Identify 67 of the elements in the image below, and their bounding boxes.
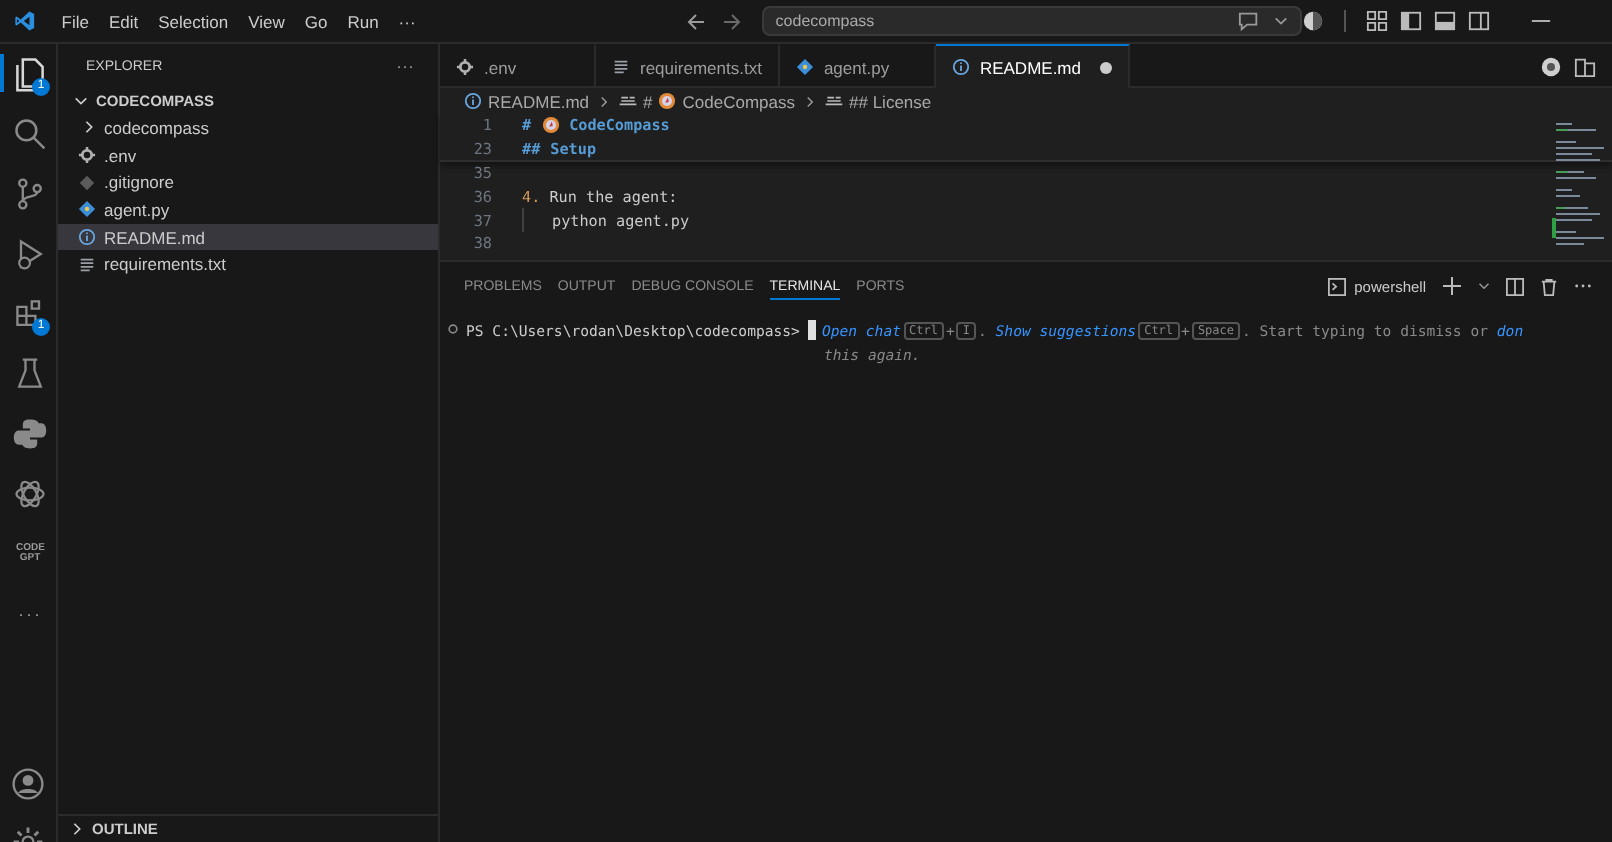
- menu-item[interactable]: Go: [294, 11, 338, 31]
- chevron-right-icon: [597, 95, 610, 107]
- gear-icon: [456, 58, 474, 76]
- compass-icon: [541, 116, 560, 135]
- split-terminal-icon[interactable]: [1506, 277, 1524, 295]
- text-lines-icon: [78, 255, 96, 274]
- trash-icon[interactable]: [1540, 277, 1558, 295]
- chevron-down-icon[interactable]: [1274, 14, 1288, 28]
- search-icon[interactable]: [12, 115, 48, 151]
- menu-item[interactable]: ···: [388, 11, 426, 31]
- menu-item[interactable]: Run: [337, 11, 389, 31]
- forward-arrow-icon[interactable]: [721, 11, 742, 31]
- terminal-icon: [1328, 277, 1347, 295]
- more-icon[interactable]: [1574, 282, 1592, 290]
- editor-tab[interactable]: .env: [440, 44, 596, 88]
- chat-icon[interactable]: [1236, 10, 1262, 32]
- menu-item[interactable]: Edit: [98, 11, 149, 31]
- toggle-panel-icon[interactable]: [1434, 10, 1456, 32]
- python-file-icon: [795, 58, 814, 76]
- python-icon[interactable]: [12, 415, 48, 451]
- file-tree-item[interactable]: .gitignore: [58, 168, 438, 197]
- toggle-secondary-sidebar-icon[interactable]: [1468, 10, 1490, 32]
- text-lines-icon: [612, 58, 630, 76]
- more-actions-button[interactable]: ···: [396, 56, 414, 76]
- breadcrumb-item[interactable]: # CodeCompass: [617, 91, 796, 111]
- file-tree-item[interactable]: agent.py: [58, 196, 438, 224]
- back-arrow-icon[interactable]: [685, 11, 706, 31]
- app-logo-icon: [14, 8, 36, 34]
- string-symbol-icon: [617, 94, 638, 108]
- command-center-search-field[interactable]: codecompass: [761, 6, 1302, 36]
- change-indicator: [1552, 218, 1556, 238]
- editor-tab[interactable]: README.md: [935, 44, 1129, 88]
- editor-tab[interactable]: requirements.txt: [596, 44, 780, 88]
- file-tree-item[interactable]: codecompass: [58, 114, 438, 142]
- string-symbol-icon: [823, 94, 844, 108]
- chevron-icon: [70, 822, 84, 836]
- open-preview-icon[interactable]: [1574, 55, 1596, 77]
- unsaved-dot-icon: [1099, 61, 1111, 73]
- breadcrumb-item[interactable]: ## License: [823, 91, 932, 111]
- compass-icon: [658, 92, 677, 110]
- file-tree-item[interactable]: README.md: [58, 223, 438, 251]
- gear-icon: [78, 146, 96, 165]
- chevron-down-icon[interactable]: [1478, 280, 1490, 292]
- plus-icon[interactable]: [1442, 276, 1462, 296]
- diamond-icon: [78, 173, 96, 192]
- chevron-right-icon: [803, 95, 816, 107]
- command-decoration-icon: [448, 324, 458, 334]
- source-control-icon[interactable]: [12, 175, 48, 211]
- info-icon: [464, 92, 482, 110]
- python-file-icon: [78, 200, 96, 219]
- chevron-icon: [74, 94, 88, 108]
- toggle-sidebar-icon[interactable]: [1400, 10, 1422, 32]
- more-button[interactable]: ···: [18, 603, 42, 623]
- menu-item[interactable]: File: [51, 11, 99, 31]
- file-tree-item[interactable]: requirements.txt: [58, 250, 438, 279]
- flask-icon[interactable]: [12, 355, 48, 391]
- layout-icon[interactable]: [1366, 10, 1388, 32]
- run-debug-icon[interactable]: [12, 235, 48, 271]
- files-icon[interactable]: [12, 55, 48, 91]
- terminal-cursor: [807, 320, 816, 340]
- info-icon: [951, 58, 970, 76]
- account-icon[interactable]: [10, 766, 46, 802]
- menu-item[interactable]: Selection: [148, 11, 239, 31]
- file-tree-item[interactable]: .env: [58, 141, 438, 169]
- breadcrumb-item[interactable]: README.md: [464, 91, 590, 111]
- info-icon: [78, 228, 96, 247]
- menu-item[interactable]: View: [238, 11, 295, 31]
